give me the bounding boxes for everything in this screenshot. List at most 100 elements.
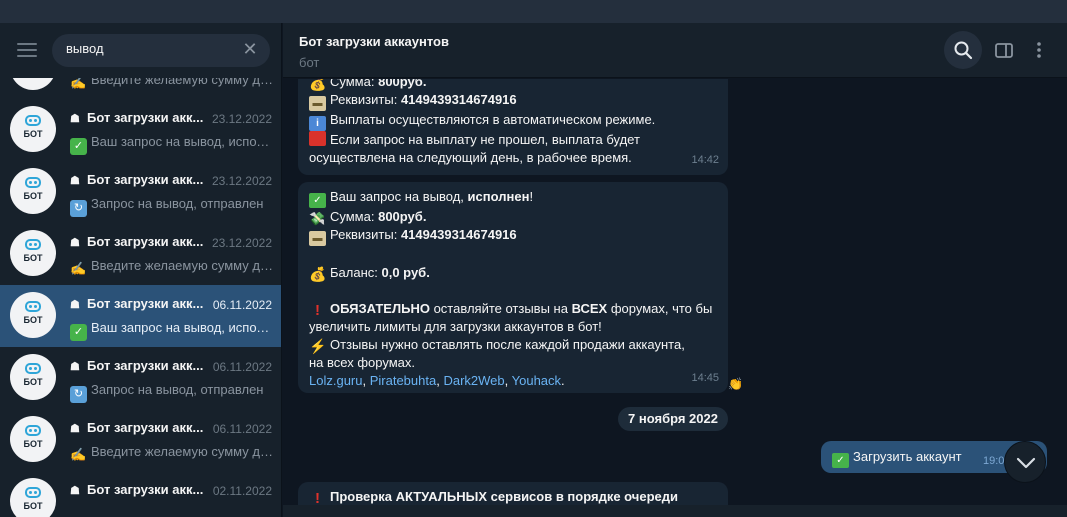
chat-preview: ✓ Ваш запрос на вывод, исполнен! xyxy=(70,320,273,341)
check-icon: ✓ xyxy=(309,193,326,208)
avatar: БОТ xyxy=(10,354,56,400)
avatar: БОТ xyxy=(10,106,56,152)
chat-item[interactable]: БОТ ☗ Бот загрузки акк... 06.11.2022 ✓ Ваш за… xyxy=(0,285,281,347)
chat-subtitle: бот xyxy=(299,55,320,70)
link-dark2web[interactable]: Dark2Web xyxy=(443,373,504,388)
message-line: ✓ Ваш запрос на вывод, исполнен! xyxy=(309,188,716,208)
warn-line-2: увеличить лимиты для загрузки аккаунтов … xyxy=(309,319,602,334)
money-bag-icon: 💰 xyxy=(309,266,327,282)
chat-name: ☗ Бот загрузки акк... xyxy=(70,358,204,373)
more-button[interactable] xyxy=(1020,31,1058,69)
chat-title[interactable]: Бот загрузки аккаунтов xyxy=(299,34,449,49)
more-vertical-icon xyxy=(1037,42,1041,58)
chat-sidebar: БОТ✍Введите желаемую сумму для выводаБОТ… xyxy=(0,23,282,517)
message-line: Если запрос на выплату не прошел, выплат… xyxy=(309,131,716,149)
bot-icon: ☗ xyxy=(70,423,80,435)
message-line: ▬ Реквизиты: 4149439314674916 xyxy=(309,91,716,111)
chat-date: 06.11.2022 xyxy=(212,360,272,374)
bolt-text-2: на всех форумах. xyxy=(309,355,415,370)
window-top-bar xyxy=(0,0,1067,23)
avatar-label: БОТ xyxy=(23,377,43,387)
message-line: ! Проверка АКТУАЛЬНЫХ сервисов в порядке … xyxy=(309,488,716,506)
clap-reaction-icon[interactable]: 👏 xyxy=(728,377,743,391)
avatar-label: БОТ xyxy=(23,191,43,201)
chat-date: 23.12.2022 xyxy=(211,236,272,250)
warn-bold-all: ВСЕХ xyxy=(571,301,608,316)
chat-item[interactable]: БОТ ☗ Бот загрузки акк... 02.11.2022 xyxy=(0,471,281,517)
chat-item[interactable]: БОТ ☗ Бот загрузки акк... 06.11.2022 ↻ Запрос… xyxy=(0,347,281,409)
outgoing-label: Загрузить аккаунт xyxy=(853,449,962,464)
search-button[interactable] xyxy=(944,31,982,69)
requisites-value: 4149439314674916 xyxy=(400,227,517,242)
warn-text: оставляйте отзывы на xyxy=(433,301,568,316)
lightning-icon: ⚡ xyxy=(309,338,327,354)
money-wings-icon: 💸 xyxy=(309,211,326,226)
chat-name: ☗ Бот загрузки акк... xyxy=(70,420,204,435)
message-area: 💰 Сумма: 800руб. ▬ Реквизиты: 414943931467… xyxy=(283,79,1067,517)
bot-icon: ☗ xyxy=(70,361,80,373)
avatar-label: БОТ xyxy=(23,501,43,511)
chat-date: 02.11.2022 xyxy=(212,484,272,498)
chat-date: 23.12.2022 xyxy=(211,112,272,126)
chat-name: ☗ Бот загрузки акк... xyxy=(70,110,204,125)
stop-icon xyxy=(309,131,326,146)
links-line: Lolz.guru, Piratebuhta, Dark2Web, Youhac… xyxy=(309,373,565,388)
menu-icon[interactable] xyxy=(17,43,37,57)
chat-item[interactable]: БОТ ☗ Бот загрузки акк... 23.12.2022 ↻ Запрос… xyxy=(0,161,281,223)
avatar: БОТ xyxy=(10,478,56,517)
stop-text-2: осуществлена на следующий день, в рабоче… xyxy=(309,150,632,165)
avatar-label: БОТ xyxy=(23,315,43,325)
side-panel-button[interactable] xyxy=(985,31,1023,69)
message-line: 💰 Сумма: 800руб. xyxy=(309,79,716,91)
warn-bold: ОБЯЗАТЕЛЬНО xyxy=(330,301,430,316)
close-icon[interactable]: ✕ xyxy=(239,39,261,61)
bot-avatar-icon xyxy=(25,487,41,498)
requisites-value: 4149439314674916 xyxy=(400,92,517,107)
refresh-icon: ↻ xyxy=(70,386,87,403)
search-value[interactable]: вывод xyxy=(66,41,104,56)
sidebar-header: вывод ✕ xyxy=(0,23,281,78)
money-bag-icon: 💰 xyxy=(309,79,327,91)
message-time: 14:42 xyxy=(691,154,719,166)
hand-icon: ✍ xyxy=(70,447,87,462)
sum-label: Сумма: xyxy=(330,209,375,224)
date-separator: 7 ноября 2022 xyxy=(618,407,728,431)
message-composer[interactable] xyxy=(283,505,1067,517)
check-icon: ✓ xyxy=(70,324,87,341)
exclamation-icon: ! xyxy=(315,302,320,319)
sidebar-toggle-icon xyxy=(995,43,1013,58)
balance-label: Баланс: xyxy=(330,265,378,280)
link-piratebuhta[interactable]: Piratebuhta xyxy=(370,373,437,388)
chat-header: Бот загрузки аккаунтов бот xyxy=(283,23,1067,78)
sum-value: 800руб. xyxy=(378,79,427,89)
scroll-down-button[interactable] xyxy=(1004,441,1046,483)
message-line: ▬ Реквизиты: 4149439314674916 xyxy=(309,226,716,246)
link-youhack[interactable]: Youhack xyxy=(512,373,561,388)
chat-preview: ↻ Запрос на вывод, отправлен xyxy=(70,382,273,403)
avatar: БОТ xyxy=(10,416,56,462)
message-bubble[interactable]: ✓ Ваш запрос на вывод, исполнен! 💸 Сумма: … xyxy=(298,182,728,393)
message-bubble[interactable]: 💰 Сумма: 800руб. ▬ Реквизиты: 414943931467… xyxy=(298,79,728,175)
chat-item[interactable]: БОТ ☗ Бот загрузки акк... 23.12.2022 ✍ Введит… xyxy=(0,223,281,285)
message-line: ! ОБЯЗАТЕЛЬНО оставляйте отзывы на ВСЕХ ф… xyxy=(309,300,716,318)
chat-preview: ✍Введите желаемую сумму для вывода xyxy=(70,258,273,276)
message-time: 14:45 xyxy=(691,372,719,384)
message-line: i Выплаты осуществляются в автоматическом… xyxy=(309,111,716,131)
bot-icon: ☗ xyxy=(70,113,80,125)
bot-avatar-icon xyxy=(25,115,41,126)
chat-item[interactable]: БОТ ☗ Бот загрузки акк... 23.12.2022 ✓ Ваш за… xyxy=(0,99,281,161)
avatar-label: БОТ xyxy=(23,253,43,263)
avatar: БОТ xyxy=(10,292,56,338)
chat-item[interactable]: БОТ ☗ Бот загрузки акк... 06.11.2022 ✍ Введит… xyxy=(0,409,281,471)
avatar-label: БОТ xyxy=(23,439,43,449)
requisites-label: Реквизиты: xyxy=(330,92,398,107)
chat-date: 06.11.2022 xyxy=(212,298,272,312)
avatar: БОТ xyxy=(10,230,56,276)
info-text: Выплаты осуществляются в автоматическом … xyxy=(330,112,656,127)
status-prefix: Ваш запрос на вывод, xyxy=(330,189,464,204)
link-lolz[interactable]: Lolz.guru xyxy=(309,373,362,388)
chat-preview: ↻ Запрос на вывод, отправлен xyxy=(70,196,273,217)
search-input[interactable]: вывод ✕ xyxy=(52,34,270,67)
stop-text-1: Если запрос на выплату не прошел, выплат… xyxy=(330,132,640,147)
